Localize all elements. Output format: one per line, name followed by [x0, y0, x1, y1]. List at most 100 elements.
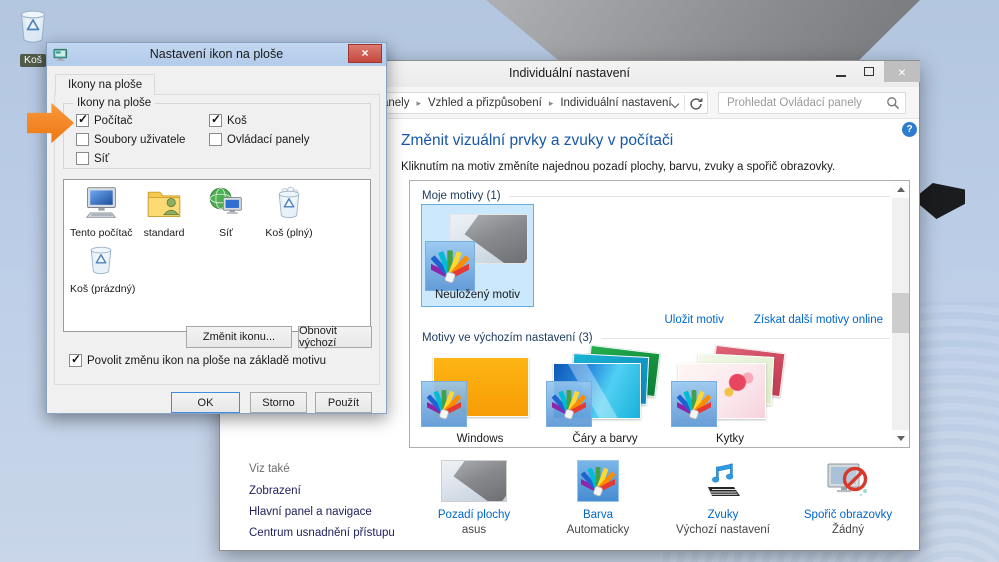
see-also-heading: Viz také: [249, 463, 290, 475]
dialog-title: Nastavení ikon na ploše: [47, 47, 386, 61]
computer-icon: [83, 186, 119, 220]
checkbox-box[interactable]: [76, 133, 89, 146]
sidebar-link-ease-of-access[interactable]: Centrum usnadnění přístupu: [249, 527, 395, 539]
checkbox-box[interactable]: [209, 133, 222, 146]
theme-flowers[interactable]: Kytky: [671, 349, 793, 448]
setting-screensaver[interactable]: Spořič obrazovky Žádný: [786, 457, 910, 536]
ok-button[interactable]: OK: [171, 392, 240, 413]
icon-item-computer[interactable]: Tento počítač: [70, 186, 132, 239]
tab-desktop-icons[interactable]: Ikony na ploše: [55, 74, 155, 95]
user-folder-icon: [146, 186, 182, 220]
checkbox-box[interactable]: ✓: [69, 354, 82, 367]
checkbox-control-panel[interactable]: Ovládací panely: [209, 133, 309, 146]
maximize-button[interactable]: [856, 61, 882, 82]
breadcrumb-section[interactable]: Vzhled a přizpůsobení: [428, 97, 542, 109]
theme-unsaved[interactable]: Neuložený motiv: [421, 204, 534, 307]
theme-links: Uložit motiv Získat další motivy online: [421, 314, 883, 326]
themes-panel: Moje motivy (1) Neuložený motiv Uložit m…: [409, 180, 910, 448]
scroll-down-button[interactable]: [892, 430, 909, 447]
check-icon: ✓: [211, 112, 221, 126]
close-button[interactable]: ×: [884, 61, 920, 82]
setting-value: Výchozí nastavení: [661, 524, 785, 536]
theme-lines-colors[interactable]: Čáry a barvy: [546, 349, 668, 448]
apply-button[interactable]: Použít: [315, 392, 372, 413]
dialog-titlebar[interactable]: Nastavení ikon na ploše ×: [47, 43, 386, 66]
checkbox-label: Koš: [227, 115, 247, 127]
icon-item-standard[interactable]: standard: [133, 186, 195, 239]
breadcrumb-dropdown-icon[interactable]: [672, 101, 679, 108]
checkbox-label: Povolit změnu ikon na ploše na základě m…: [87, 355, 326, 367]
checkbox-network[interactable]: Síť: [76, 152, 109, 165]
refresh-icon: [688, 96, 704, 112]
setting-color[interactable]: Barva Automaticky: [536, 457, 660, 536]
divider: [509, 196, 890, 197]
theme-label: Kytky: [671, 433, 789, 445]
checkbox-computer[interactable]: ✓ Počítač: [76, 114, 132, 127]
icon-item-bin-empty[interactable]: Koš (prázdný): [70, 242, 132, 295]
get-more-themes-link[interactable]: Získat další motivy online: [754, 314, 883, 326]
breadcrumb-divider: [684, 95, 685, 111]
page-title: Změnit vizuální prvky a zvuky v počítači: [401, 132, 673, 150]
theme-windows[interactable]: Windows: [421, 349, 543, 448]
checkbox-label: Počítač: [94, 115, 132, 127]
breadcrumb-separator-icon: ▸: [416, 98, 421, 109]
minimize-icon: [836, 75, 846, 77]
checkbox-box[interactable]: ✓: [209, 114, 222, 127]
dialog-close-button[interactable]: ×: [348, 44, 382, 63]
theme-label: Neuložený motiv: [422, 289, 533, 301]
breadcrumb-page[interactable]: Individuální nastavení: [560, 97, 671, 109]
checkbox-label: Ovládací panely: [227, 134, 309, 146]
checkbox-user-files[interactable]: Soubory uživatele: [76, 133, 185, 146]
page-description: Kliknutím na motiv změníte najednou poza…: [401, 161, 835, 173]
restore-default-button[interactable]: Obnovit výchozí: [298, 326, 372, 348]
setting-value: Žádný: [786, 524, 910, 536]
checkbox-box[interactable]: ✓: [76, 114, 89, 127]
setting-sounds[interactable]: Zvuky Výchozí nastavení: [661, 457, 785, 536]
check-icon: ✓: [71, 352, 81, 366]
recycle-bin-icon: [16, 5, 50, 45]
setting-label: Pozadí plochy: [412, 509, 536, 521]
sidebar-link-display[interactable]: Zobrazení: [249, 485, 301, 497]
sidebar-link-taskbar[interactable]: Hlavní panel a navigace: [249, 506, 372, 518]
desktop-icon-settings-dialog: Nastavení ikon na ploše × Ikony na ploše…: [46, 42, 387, 414]
scrollbar-thumb[interactable]: [892, 293, 909, 333]
divider: [601, 338, 890, 339]
themes-scrollbar[interactable]: [892, 181, 909, 447]
theme-thumbnail: [423, 351, 537, 423]
recycle-bin-full-icon: [271, 186, 307, 220]
group-label: Ikony na ploše: [73, 97, 155, 109]
change-icon-button[interactable]: Změnit ikonu...: [186, 326, 292, 348]
background-thumbnail-icon: [441, 460, 507, 502]
icon-item-network[interactable]: Síť: [195, 186, 257, 239]
default-themes-header: Motivy ve výchozím nastavení (3): [422, 332, 890, 344]
checkbox-recycle-bin[interactable]: ✓ Koš: [209, 114, 247, 127]
wallpaper-laptop-edge: [913, 183, 965, 219]
icon-list[interactable]: Tento počítač standard Síť Koš (plný) Ko…: [63, 179, 371, 332]
search-input[interactable]: [718, 92, 906, 114]
desktop-recycle-bin-label: Koš: [20, 54, 46, 67]
network-icon: [208, 186, 244, 220]
save-theme-link[interactable]: Uložit motiv: [664, 314, 723, 326]
checkbox-box[interactable]: [76, 152, 89, 165]
my-themes-header: Moje motivy (1): [422, 190, 890, 202]
breadcrumb-separator-icon: ▸: [549, 98, 554, 109]
minimize-button[interactable]: [828, 61, 854, 82]
setting-desktop-background[interactable]: Pozadí plochy asus: [412, 457, 536, 536]
icon-item-bin-full[interactable]: Koš (plný): [258, 186, 320, 239]
setting-label: Spořič obrazovky: [786, 509, 910, 521]
help-icon[interactable]: ?: [902, 122, 917, 137]
color-fan-icon: [546, 381, 592, 427]
checkbox-allow-theme-icons[interactable]: ✓ Povolit změnu ikon na ploše na základě…: [69, 354, 326, 367]
color-fan-icon: [421, 381, 467, 427]
icon-item-label: Tento počítač: [70, 227, 132, 239]
refresh-button[interactable]: [688, 96, 704, 112]
setting-value: asus: [412, 524, 536, 536]
default-themes-label: Motivy ve výchozím nastavení (3): [422, 332, 593, 344]
cancel-button[interactable]: Storno: [250, 392, 307, 413]
recycle-bin-empty-icon: [83, 242, 119, 276]
setting-label: Barva: [536, 509, 660, 521]
sounds-icon: [700, 461, 746, 501]
scroll-up-button[interactable]: [892, 181, 909, 198]
theme-thumbnail: [673, 351, 787, 423]
search-icon[interactable]: [886, 96, 900, 110]
